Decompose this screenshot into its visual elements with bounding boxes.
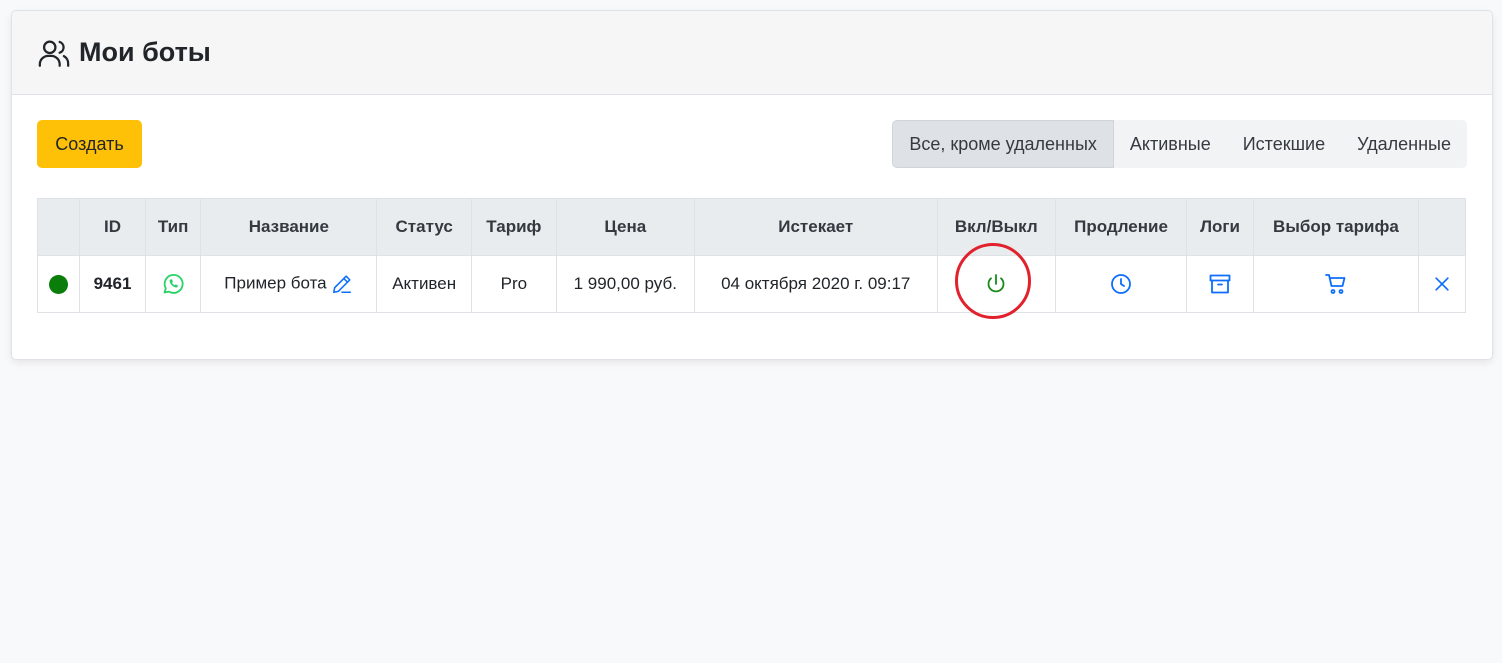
edit-pencil-icon[interactable]: [331, 273, 353, 295]
col-status-dot: [36, 198, 81, 256]
col-logs: Логи: [1186, 198, 1254, 256]
bot-status: Активен: [376, 255, 473, 313]
cart-icon[interactable]: [1324, 272, 1348, 296]
status-dot-cell: [36, 255, 81, 313]
clock-icon[interactable]: [1109, 272, 1133, 296]
col-expires: Истекает: [693, 198, 938, 256]
tariff-select-cell: [1252, 255, 1420, 313]
filter-group: Все, кроме удаленных Активные Истекшие У…: [892, 120, 1467, 168]
card-header: Мои боты: [12, 11, 1492, 95]
bot-name: Пример бота: [224, 273, 327, 293]
page-title: Мои боты: [79, 37, 211, 67]
bots-table: ID Тип Название Статус Тариф Цена Истека…: [36, 198, 1466, 319]
filter-deleted[interactable]: Удаленные: [1341, 120, 1467, 168]
col-id: ID: [79, 198, 146, 256]
delete-cell: [1418, 255, 1466, 313]
bot-tariff: Pro: [471, 255, 557, 313]
bot-expires: 04 октября 2020 г. 09:17: [693, 255, 938, 313]
col-renewal: Продление: [1054, 198, 1188, 256]
col-tariff: Тариф: [471, 198, 557, 256]
col-status: Статус: [376, 198, 473, 256]
col-tariff-select: Выбор тарифа: [1252, 198, 1420, 256]
toolbar: Создать Все, кроме удаленных Активные Ис…: [12, 95, 1492, 198]
filter-expired[interactable]: Истекшие: [1227, 120, 1341, 168]
close-icon[interactable]: [1432, 274, 1452, 294]
create-button[interactable]: Создать: [37, 120, 142, 168]
table-header-row: ID Тип Название Статус Тариф Цена Истека…: [36, 198, 1466, 256]
renewal-cell: [1054, 255, 1188, 313]
status-dot: [49, 275, 69, 294]
whatsapp-icon: [163, 274, 184, 294]
power-cell: [936, 243, 1056, 319]
col-type: Тип: [144, 198, 202, 256]
filter-all-except-deleted[interactable]: Все, кроме удаленных: [892, 120, 1114, 168]
archive-icon[interactable]: [1208, 272, 1232, 296]
col-delete: [1418, 198, 1466, 256]
col-on-off: Вкл/Выкл: [936, 198, 1056, 256]
type-cell: [144, 255, 202, 313]
filter-active[interactable]: Активные: [1114, 120, 1227, 168]
table-row: 9461 Пример бота Активен Pro 1 990,00 ру…: [36, 243, 1466, 319]
bot-price: 1 990,00 руб.: [555, 255, 695, 313]
power-icon[interactable]: [984, 272, 1008, 296]
logs-cell: [1186, 255, 1254, 313]
col-price: Цена: [555, 198, 695, 256]
bot-id: 9461: [79, 255, 146, 313]
users-icon: [38, 40, 70, 67]
bot-name-cell: Пример бота: [200, 255, 378, 313]
col-name: Название: [200, 198, 378, 256]
